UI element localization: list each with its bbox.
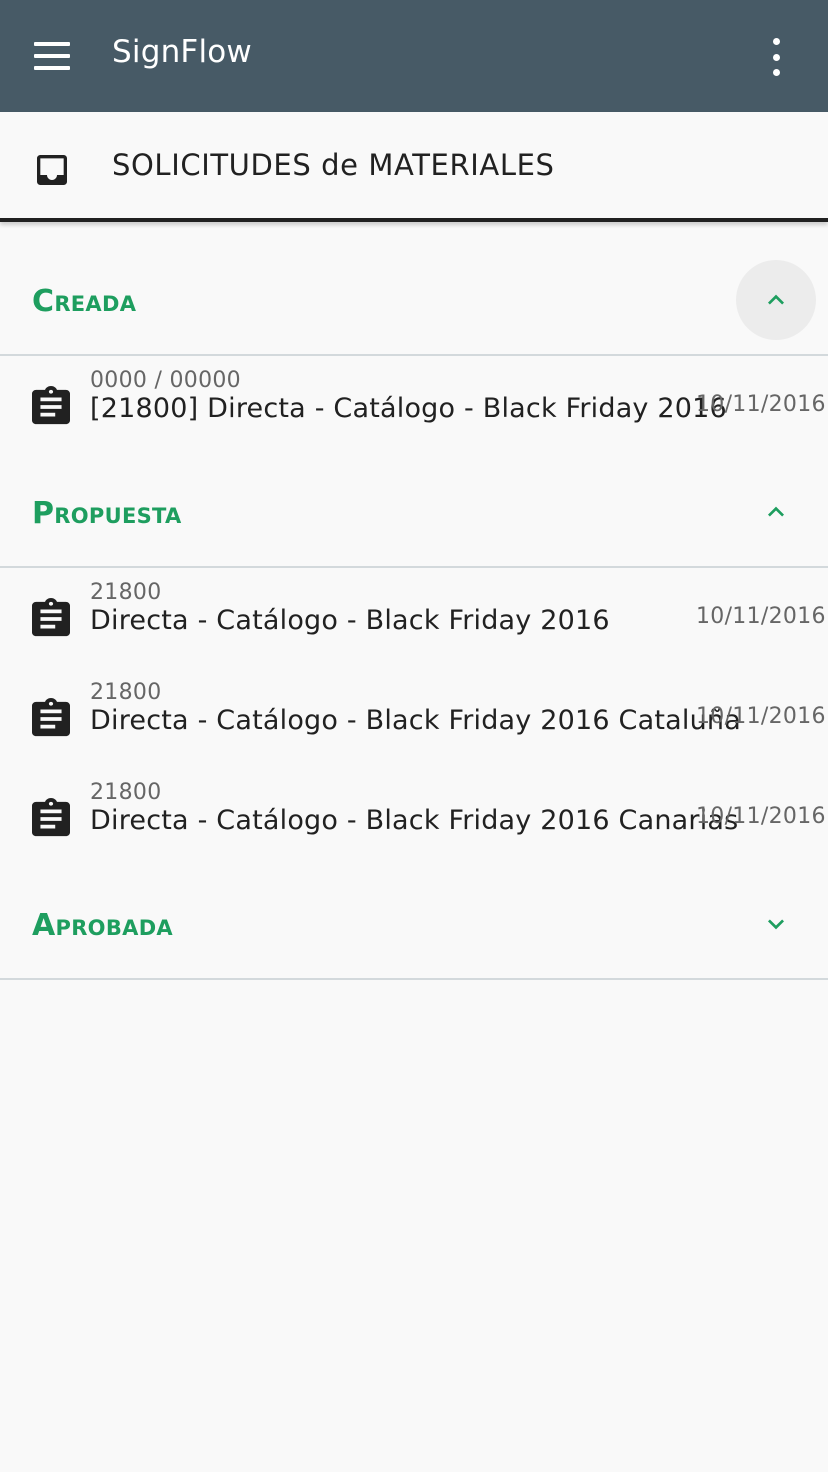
list-item[interactable]: 21800 Directa - Catálogo - Black Friday … bbox=[0, 568, 828, 668]
item-date: 10/11/2016 bbox=[696, 392, 826, 417]
item-code: 21800 bbox=[90, 580, 162, 605]
item-date: 10/11/2016 bbox=[696, 704, 826, 729]
group-header-creada[interactable]: Creada bbox=[0, 256, 828, 356]
inbox-icon bbox=[37, 155, 67, 185]
clipboard-icon bbox=[32, 698, 70, 737]
collapse-button[interactable] bbox=[736, 472, 816, 552]
hamburger-menu-icon[interactable] bbox=[32, 38, 72, 74]
chevron-up-icon bbox=[768, 294, 784, 305]
group-title: Creada bbox=[32, 284, 137, 319]
item-name: Directa - Catálogo - Black Friday 2016 C… bbox=[90, 805, 739, 836]
group-header-propuesta[interactable]: Propuesta bbox=[0, 468, 828, 568]
chevron-down-icon bbox=[768, 919, 784, 930]
list-item[interactable]: 21800 Directa - Catálogo - Black Friday … bbox=[0, 768, 828, 868]
item-code: 0000 / 00000 bbox=[90, 368, 241, 393]
chevron-up-icon bbox=[768, 506, 784, 517]
clipboard-icon bbox=[32, 798, 70, 837]
section-header: SOLICITUDES de MATERIALES bbox=[0, 112, 828, 298]
item-code: 21800 bbox=[90, 680, 162, 705]
expand-button[interactable] bbox=[736, 884, 816, 964]
clipboard-icon bbox=[32, 598, 70, 637]
item-name: Directa - Catálogo - Black Friday 2016 C… bbox=[90, 705, 741, 736]
app-title: SignFlow bbox=[112, 34, 252, 70]
list-item[interactable]: 0000 / 00000 [21800] Directa - Catálogo … bbox=[0, 356, 828, 456]
collapse-button[interactable] bbox=[736, 260, 816, 340]
item-name: [21800] Directa - Catálogo - Black Frida… bbox=[90, 393, 727, 424]
more-vertical-icon[interactable] bbox=[764, 38, 788, 76]
item-date: 10/11/2016 bbox=[696, 804, 826, 829]
list-item[interactable]: 21800 Directa - Catálogo - Black Friday … bbox=[0, 668, 828, 768]
group-title: Propuesta bbox=[32, 496, 182, 531]
app-bar: SignFlow bbox=[0, 0, 828, 112]
item-name: Directa - Catálogo - Black Friday 2016 bbox=[90, 605, 610, 636]
clipboard-icon bbox=[32, 386, 70, 425]
page-title: SOLICITUDES de MATERIALES bbox=[112, 148, 555, 182]
item-date: 10/11/2016 bbox=[696, 604, 826, 629]
item-code: 21800 bbox=[90, 780, 162, 805]
group-header-aprobada[interactable]: Aprobada bbox=[0, 880, 828, 980]
group-title: Aprobada bbox=[32, 908, 173, 943]
